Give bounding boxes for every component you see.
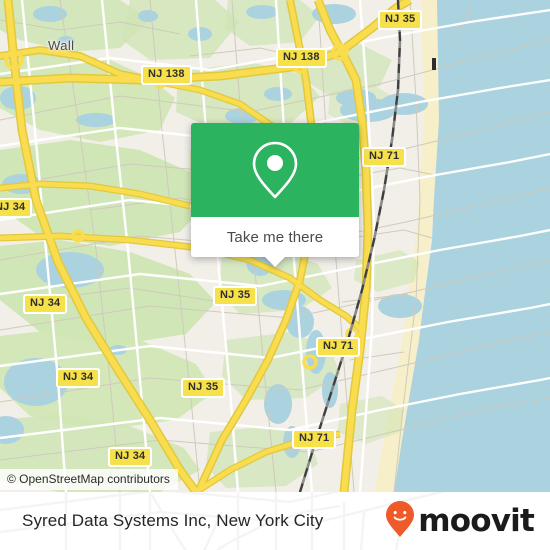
moovit-logo[interactable]: moovit: [385, 492, 535, 550]
road-shield-nj34-mid[interactable]: NJ 34: [23, 294, 68, 314]
road-shield-nj34-lower[interactable]: NJ 34: [56, 368, 101, 388]
footer-bar: Syred Data Systems Inc, New York City mo…: [0, 492, 550, 550]
osm-attribution[interactable]: © OpenStreetMap contributors: [0, 469, 178, 490]
road-shield-nj71-mid[interactable]: NJ 71: [316, 337, 361, 357]
road-shield-nj71-lower[interactable]: NJ 71: [292, 429, 337, 449]
popup-card-header: [191, 123, 359, 217]
road-shield-nj35-north[interactable]: NJ 35: [378, 10, 423, 30]
location-popup-card[interactable]: Take me there: [191, 123, 359, 267]
page-title: Syred Data Systems Inc, New York City: [22, 511, 324, 530]
road-shield-nj34-upper[interactable]: NJ 34: [0, 198, 33, 218]
road-shield-nj35-mid[interactable]: NJ 35: [213, 286, 258, 306]
map-page: Wall NJ 35 NJ 138 NJ 138 NJ 71 NJ 34 NJ …: [0, 0, 550, 550]
pier-mark: [432, 58, 436, 70]
popup-pointer-triangle: [264, 256, 286, 267]
road-shield-nj35-lower[interactable]: NJ 35: [181, 378, 226, 398]
moovit-wordmark: moovit: [418, 502, 535, 539]
road-shield-nj138-west[interactable]: NJ 138: [141, 65, 192, 85]
road-shield-nj71-north[interactable]: NJ 71: [362, 147, 407, 167]
moovit-smiling-pin-icon: [385, 500, 415, 543]
road-shield-nj34-bottom[interactable]: NJ 34: [108, 447, 153, 467]
take-me-there-label: Take me there: [226, 228, 324, 246]
popup-card-footer[interactable]: Take me there: [191, 217, 359, 267]
road-shield-nj138-east[interactable]: NJ 138: [276, 48, 327, 68]
map-pin-icon: [249, 139, 301, 201]
place-label-wall: Wall: [48, 38, 75, 53]
map-canvas[interactable]: Wall NJ 35 NJ 138 NJ 138 NJ 71 NJ 34 NJ …: [0, 0, 550, 492]
